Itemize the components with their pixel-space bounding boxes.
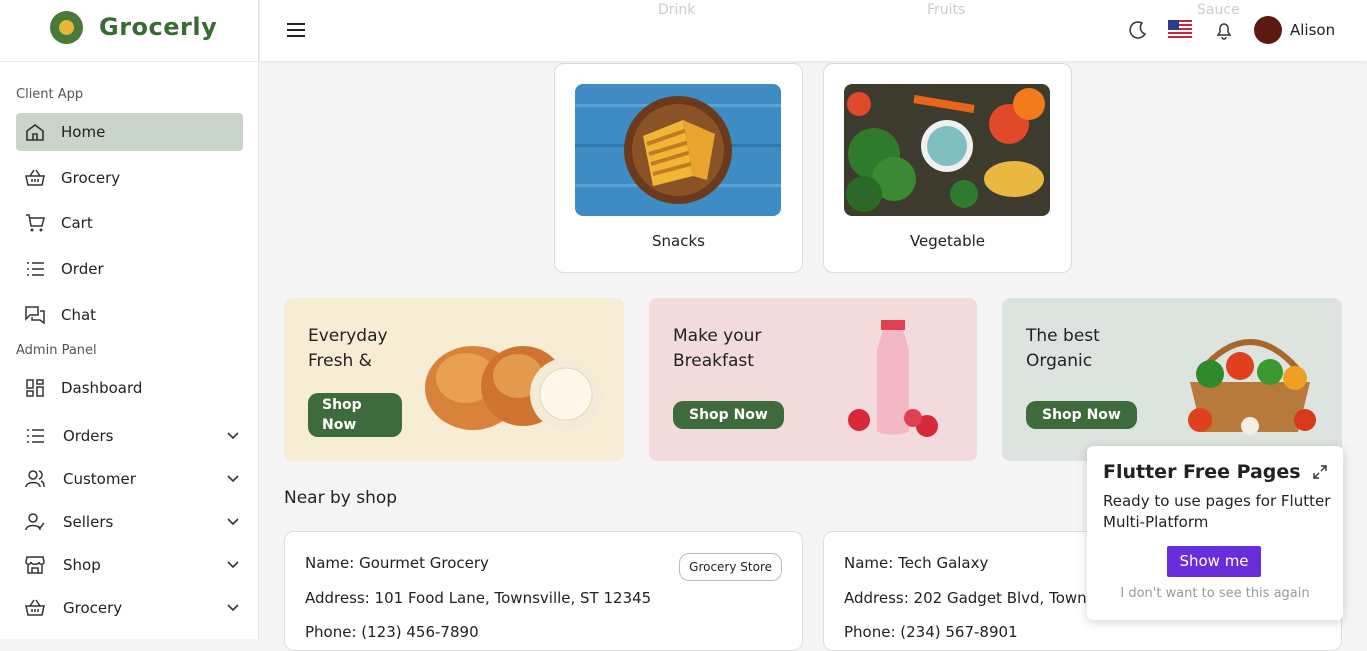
shop-name: Name: Tech Galaxy [844,554,989,572]
shop-now-button[interactable]: Shop Now [1026,401,1137,429]
cart-icon [26,214,45,232]
sidebar-item-label: Cart [61,214,93,232]
shop-phone: Phone: (123) 456-7890 [305,623,479,641]
brand-name[interactable]: Grocerly [99,13,217,41]
sidebar-item-label: Sellers [63,513,114,531]
sidebar-item-label: Dashboard [61,379,143,397]
onions-image [425,346,602,430]
show-me-button[interactable]: Show me [1167,546,1261,577]
basket-icon [25,169,45,186]
sidebar-item-label: Grocery [61,169,121,187]
shop-now-button[interactable]: Shop Now [308,393,402,437]
moon-icon[interactable] [1128,20,1148,40]
milkshake-image [848,320,938,437]
sidebar-item-grocery-admin[interactable]: Grocery [16,589,243,627]
popup-title: Flutter Free Pages [1103,461,1301,483]
shop-address: Address: 202 Gadget Blvd, Towns [844,589,1095,607]
promo-banner-fresh: Everyday Fresh & Shop Now [284,298,624,461]
nearby-heading: Near by shop [284,488,398,508]
home-icon [26,124,44,141]
promo-banner-breakfast: Make your Breakfast Shop Now [649,298,977,461]
shop-category-badge[interactable]: Grocery Store [679,553,782,581]
avatar[interactable] [1254,16,1282,44]
sidebar-item-label: Shop [63,556,101,574]
category-name: Snacks [652,232,705,250]
top-bar: Drink Fruits Sauce Alison [260,0,1367,61]
sidebar-item-sellers[interactable]: Sellers [16,503,243,541]
sidebar: Grocerly Client App Home Grocery Cart Or… [0,0,259,639]
sidebar-item-label: Customer [63,470,136,488]
promo-title: Everyday Fresh & [308,326,388,371]
sidebar-item-label: Grocery [63,599,123,617]
promo-banner-organic: The best Organic Shop Now [1002,298,1342,461]
flutter-promo-popup: Flutter Free Pages Ready to use pages fo… [1087,446,1343,620]
grocerly-logo-icon [50,11,83,44]
menu-icon[interactable] [285,20,307,40]
bell-icon[interactable] [1214,20,1234,40]
users-icon [25,470,45,488]
sidebar-item-label: Chat [61,306,97,324]
us-flag-icon[interactable] [1168,20,1192,40]
category-label-sauce: Sauce [1197,2,1240,18]
sidebar-item-chat[interactable]: Chat [16,296,243,334]
shop-phone: Phone: (234) 567-8901 [844,623,1018,641]
category-card-snacks[interactable]: Snacks [554,63,803,273]
chat-icon [25,306,45,324]
category-name: Vegetable [909,232,986,250]
sidebar-item-home[interactable]: Home [16,113,243,151]
chevron-down-icon [227,475,239,483]
popup-description: Ready to use pages for Flutter Multi-Pla… [1103,492,1331,531]
sidebar-item-cart[interactable]: Cart [16,204,243,242]
list-icon [27,262,44,276]
shop-address: Address: 101 Food Lane, Townsville, ST 1… [305,589,652,607]
expand-icon[interactable] [1313,465,1327,479]
category-label-fruits: Fruits [927,2,966,18]
vegetable-image [844,84,1050,216]
user-check-icon [25,513,45,531]
sidebar-item-label: Home [61,123,106,141]
promo-title: The best Organic [1026,326,1100,371]
sidebar-item-shop[interactable]: Shop [16,546,243,584]
sidebar-item-dashboard[interactable]: Dashboard [16,369,243,407]
sidebar-item-grocery[interactable]: Grocery [16,159,243,197]
vegetable-basket-image [1188,339,1316,435]
basket-icon [25,599,45,616]
sidebar-item-order[interactable]: Order [16,250,243,288]
list-icon [27,429,44,443]
sidebar-item-label: Orders [63,427,114,445]
category-card-vegetable[interactable]: Vegetable [823,63,1072,273]
sidebar-item-label: Order [61,260,104,278]
brand-header: Grocerly [0,0,259,62]
store-icon [25,556,45,574]
admin-panel-section-label: Admin Panel [16,343,97,358]
shop-name: Name: Gourmet Grocery [305,554,489,572]
client-app-section-label: Client App [16,87,84,102]
category-label-drink: Drink [658,2,696,18]
shop-card[interactable]: Name: Gourmet Grocery Grocery Store Addr… [284,531,803,651]
chevron-down-icon [227,432,239,440]
user-name[interactable]: Alison [1290,21,1335,39]
sidebar-item-orders[interactable]: Orders [16,417,243,455]
snacks-image [575,84,781,216]
chevron-down-icon [227,604,239,612]
chevron-down-icon [227,561,239,569]
grid-icon [26,379,44,397]
sidebar-item-customer[interactable]: Customer [16,460,243,498]
dismiss-link[interactable]: I don't want to see this again [1087,586,1343,601]
shop-now-button[interactable]: Shop Now [673,401,784,429]
chevron-down-icon [227,518,239,526]
promo-title: Make your Breakfast [673,326,762,371]
